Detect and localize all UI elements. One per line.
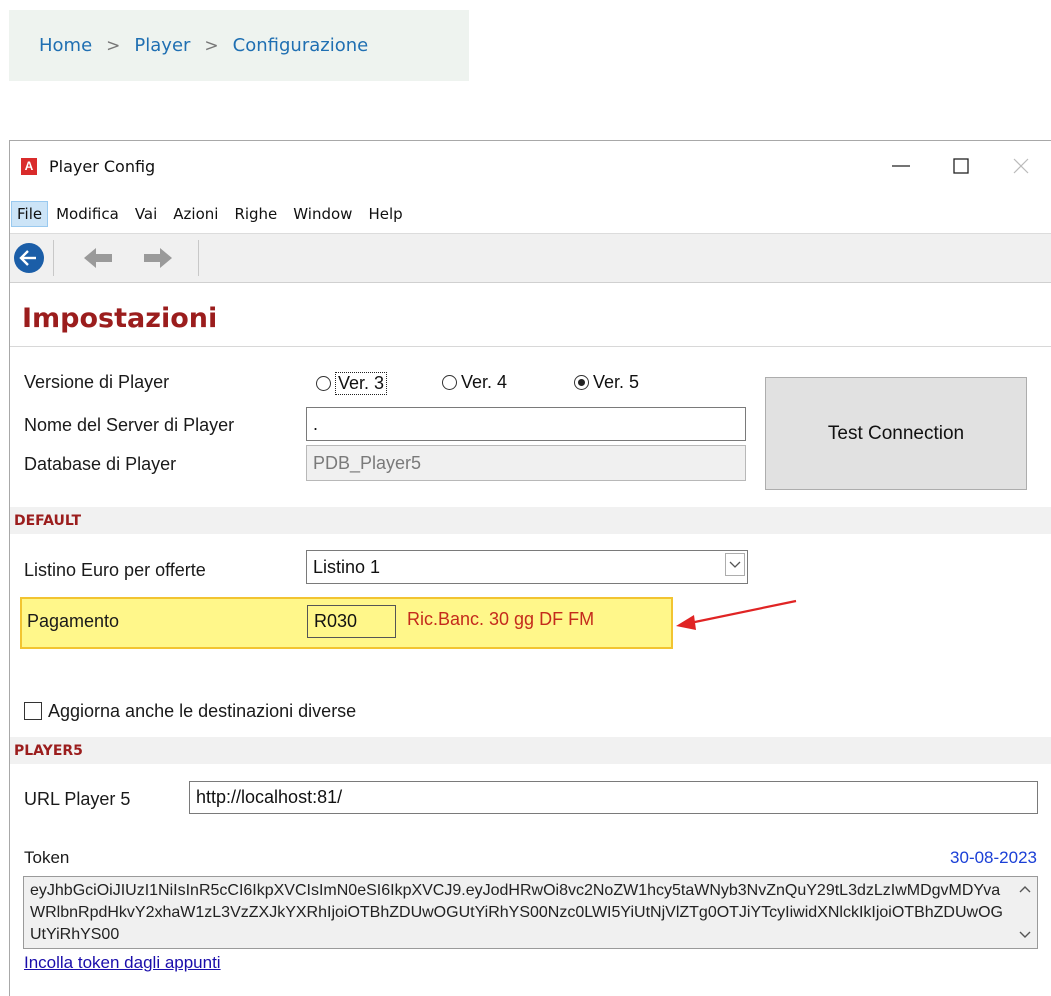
radio-circle [316, 376, 331, 391]
radio-circle-selected [574, 375, 589, 390]
menu-bar: File Modifica Vai Azioni Righe Window He… [10, 199, 411, 229]
breadcrumb-home[interactable]: Home [39, 35, 92, 56]
default-section-header: DEFAULT [10, 507, 1051, 534]
breadcrumb-separator: > [106, 35, 121, 56]
token-date: 30-08-2023 [950, 848, 1037, 867]
breadcrumb: Home > Player > Configurazione [9, 10, 469, 81]
player-config-window: A Player Config File Modifica Vai Azioni… [9, 140, 1051, 996]
listino-label: Listino Euro per offerte [24, 560, 206, 580]
radio-circle [442, 375, 457, 390]
listino-selected-value: Listino 1 [313, 556, 381, 577]
annotation-arrow-icon [676, 599, 797, 630]
token-scrollbar[interactable] [1013, 877, 1037, 948]
back-circle-icon [19, 250, 36, 266]
radio-ver4[interactable]: Ver. 4 [442, 372, 507, 393]
pagamento-description: Ric.Banc. 30 gg DF FM [407, 609, 595, 629]
server-label: Nome del Server di Player [24, 415, 235, 435]
test-connection-button[interactable]: Test Connection [765, 377, 1027, 490]
token-textarea[interactable]: eyJhbGciOiJIUzI1NiIsInR5cCI6IkpXVCIsImN0… [23, 876, 1038, 949]
toolbar [10, 233, 1051, 283]
menu-window[interactable]: Window [285, 201, 360, 227]
menu-righe[interactable]: Righe [226, 201, 285, 227]
url-label: URL Player 5 [24, 789, 131, 809]
breadcrumb-configurazione[interactable]: Configurazione [233, 35, 369, 56]
paste-token-link[interactable]: Incolla token dagli appunti [24, 953, 221, 973]
page-title: Impostazioni [10, 291, 1051, 347]
title-bar[interactable]: A Player Config [10, 141, 1051, 191]
token-text: eyJhbGciOiJIUzI1NiIsInR5cCI6IkpXVCIsImN0… [30, 882, 1003, 943]
menu-modifica[interactable]: Modifica [48, 201, 127, 227]
listino-select[interactable]: Listino 1 [306, 550, 748, 584]
radio-ver3[interactable]: Ver. 3 [316, 372, 388, 395]
minimize-icon [892, 165, 910, 167]
chevron-down-icon[interactable] [725, 553, 745, 576]
close-icon [1013, 158, 1029, 174]
aggiorna-destinazioni-checkbox[interactable] [24, 702, 42, 720]
window-title: Player Config [49, 156, 156, 176]
version-label: Versione di Player [24, 372, 170, 392]
server-name-input[interactable]: . [306, 407, 746, 441]
player5-section-header: PLAYER5 [10, 737, 1051, 764]
radio-ver5[interactable]: Ver. 5 [574, 372, 639, 393]
breadcrumb-separator: > [204, 35, 219, 56]
checkbox-label: Aggiorna anche le destinazioni diverse [48, 701, 357, 721]
scroll-down-icon [1019, 931, 1031, 938]
minimize-button[interactable] [871, 141, 931, 191]
radio-ver4-label: Ver. 4 [461, 372, 508, 392]
database-input[interactable]: PDB_Player5 [306, 445, 746, 481]
close-button[interactable] [991, 141, 1051, 191]
menu-file[interactable]: File [11, 201, 49, 227]
database-label: Database di Player [24, 454, 177, 474]
arrow-left-icon[interactable] [84, 246, 114, 270]
token-label: Token [24, 848, 70, 867]
radio-ver5-label: Ver. 5 [593, 372, 640, 392]
url-input[interactable]: http://localhost:81/ [189, 781, 1038, 814]
scroll-up-icon [1019, 886, 1031, 893]
pagamento-label: Pagamento [27, 611, 120, 631]
toolbar-separator [53, 240, 54, 276]
maximize-button[interactable] [931, 141, 991, 191]
menu-azioni[interactable]: Azioni [165, 201, 226, 227]
pagamento-code-input[interactable]: R030 [307, 605, 396, 638]
toolbar-separator [198, 240, 199, 276]
breadcrumb-player[interactable]: Player [134, 35, 190, 56]
menu-help[interactable]: Help [360, 201, 410, 227]
maximize-icon [953, 158, 969, 174]
radio-ver3-label: Ver. 3 [335, 372, 388, 395]
app-logo-icon: A [21, 157, 37, 175]
back-circle-button[interactable] [14, 243, 44, 273]
menu-vai[interactable]: Vai [127, 201, 165, 227]
arrow-right-icon[interactable] [142, 246, 172, 270]
